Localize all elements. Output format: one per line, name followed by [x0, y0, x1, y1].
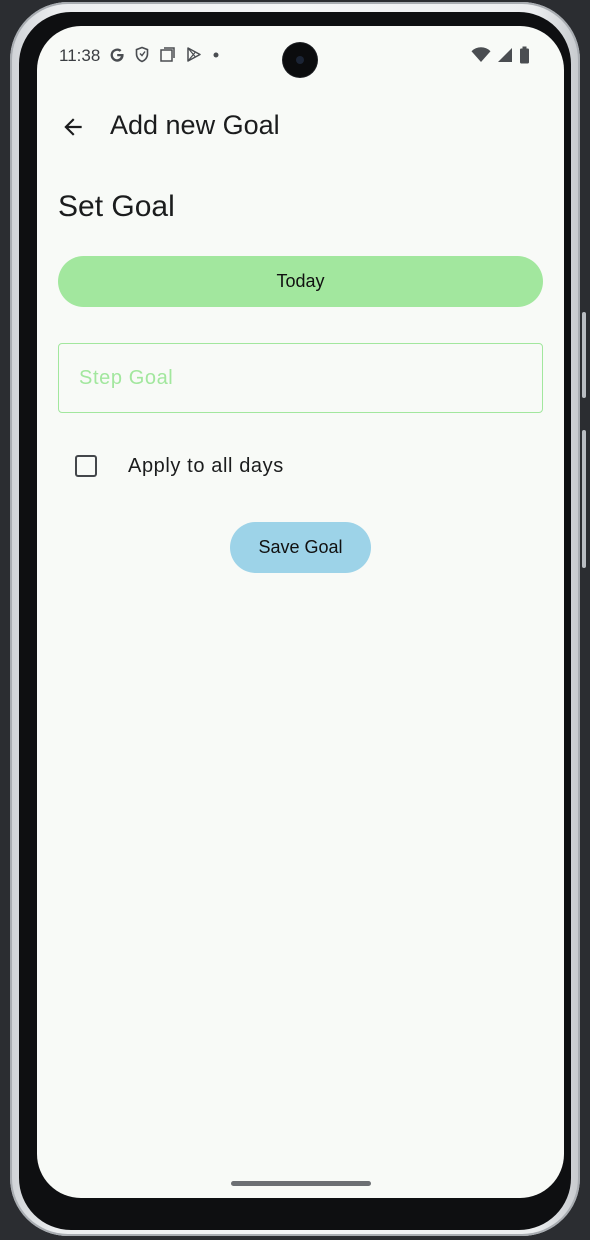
system-status-icons — [471, 46, 530, 64]
signal-icon — [498, 48, 512, 62]
apply-all-days-row[interactable]: Apply to all days — [75, 452, 284, 480]
google-g-icon — [110, 48, 124, 62]
front-camera — [283, 43, 317, 77]
back-button[interactable] — [55, 109, 91, 145]
section-title: Set Goal — [58, 190, 175, 223]
status-bar: 11:38 — [37, 26, 564, 88]
app-bar: Add new Goal — [37, 98, 564, 156]
page-title: Add new Goal — [110, 110, 280, 140]
apply-all-days-checkbox[interactable] — [75, 455, 97, 477]
play-store-icon — [187, 47, 201, 62]
apply-all-days-label: Apply to all days — [128, 454, 284, 477]
shield-icon — [135, 46, 149, 63]
date-select-button[interactable]: Today — [58, 256, 543, 307]
square-icon — [160, 47, 175, 62]
step-goal-input[interactable] — [59, 344, 542, 412]
battery-icon — [520, 46, 529, 64]
dot-icon — [213, 52, 219, 57]
power-button — [582, 312, 586, 398]
home-indicator[interactable] — [231, 1181, 371, 1186]
wifi-icon — [471, 47, 491, 62]
status-time: 11:38 — [59, 46, 101, 65]
save-goal-button[interactable]: Save Goal — [230, 522, 371, 573]
notification-icons — [109, 46, 221, 63]
volume-button — [582, 430, 586, 568]
step-goal-field — [58, 343, 543, 413]
phone-screen: 11:38 Add new Goal Set Goal Today Step G… — [37, 26, 564, 1198]
arrow-back-icon — [64, 118, 82, 136]
